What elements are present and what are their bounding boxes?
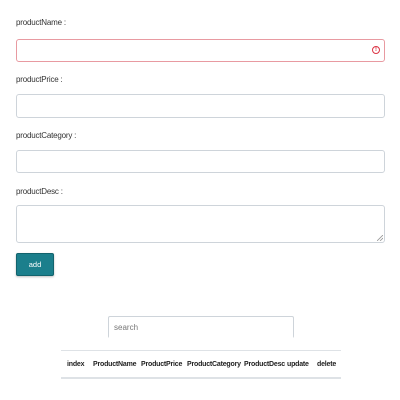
product-name-field[interactable]: !: [16, 39, 385, 62]
product-price-field[interactable]: [16, 94, 385, 118]
search-input[interactable]: [109, 317, 293, 338]
product-name-label: productName :: [16, 18, 66, 27]
column-header-product-name: ProductName: [93, 350, 141, 379]
search-field[interactable]: [108, 316, 294, 338]
product-category-field[interactable]: [16, 150, 385, 173]
column-header-delete: delete: [317, 350, 341, 379]
product-desc-field[interactable]: [16, 205, 385, 243]
column-header-update: update: [287, 350, 317, 379]
table-header-row: index ProductName ProductPrice ProductCa…: [61, 350, 341, 379]
column-header-product-category: ProductCategory: [187, 350, 244, 379]
products-table: index ProductName ProductPrice ProductCa…: [61, 350, 341, 379]
alert-circle-icon: !: [372, 46, 380, 54]
product-name-input[interactable]: [17, 40, 384, 61]
product-category-label: productCategory :: [16, 131, 77, 140]
product-price-label: productPrice :: [16, 75, 63, 84]
column-header-index: index: [61, 350, 93, 379]
column-header-product-price: ProductPrice: [141, 350, 187, 379]
product-desc-label: productDesc :: [16, 187, 63, 196]
product-category-input[interactable]: [17, 151, 384, 172]
column-header-product-desc: ProductDesc: [244, 350, 287, 379]
add-product-button[interactable]: add product: [16, 253, 54, 290]
product-price-input[interactable]: [17, 95, 384, 117]
product-desc-textarea[interactable]: [17, 206, 384, 242]
resize-grip-icon[interactable]: [377, 235, 383, 241]
